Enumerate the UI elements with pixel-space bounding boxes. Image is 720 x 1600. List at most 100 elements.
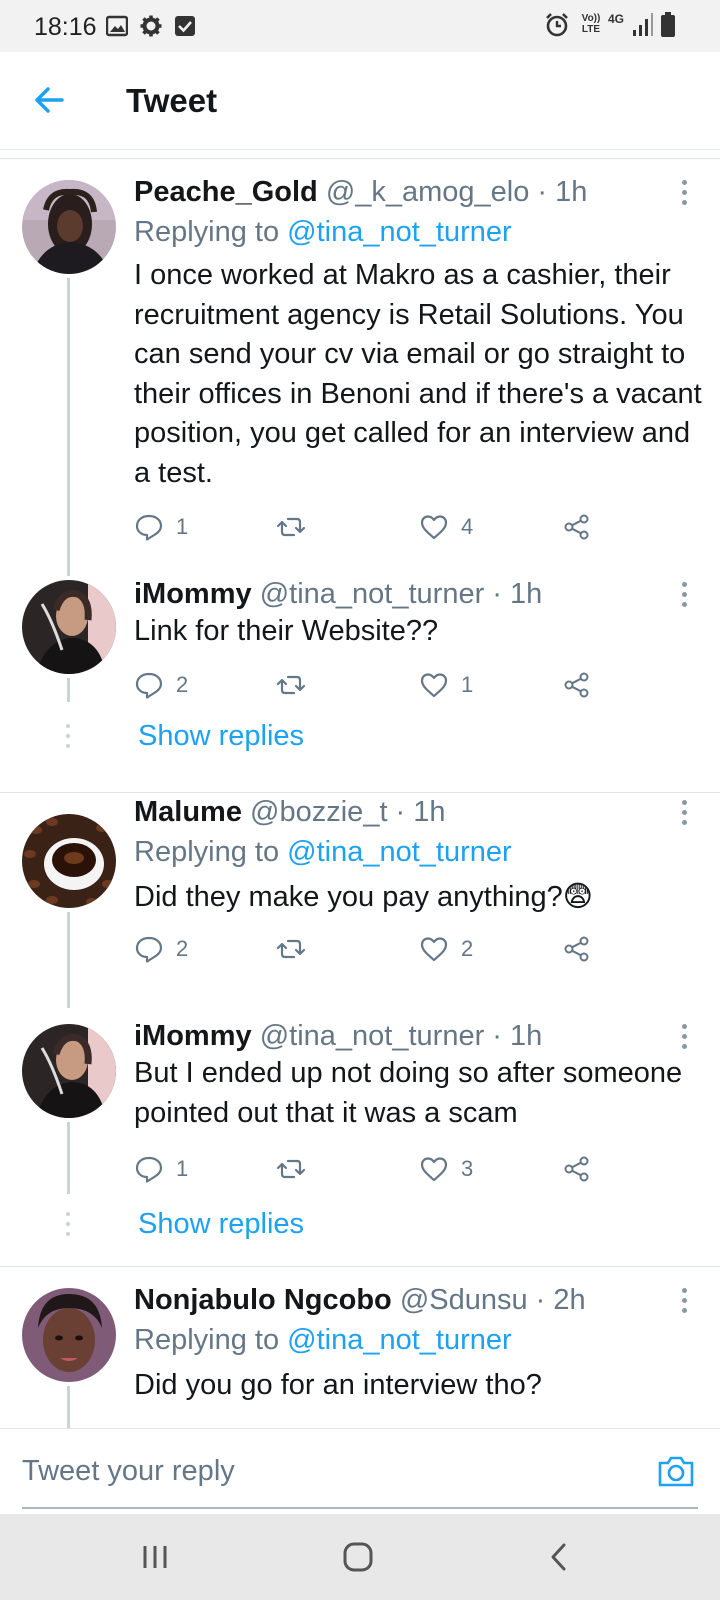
more-options-icon[interactable] [680, 180, 688, 210]
mention-link[interactable]: @tina_not_turner [287, 1324, 512, 1356]
retweet-button[interactable] [276, 1152, 318, 1186]
reply-input[interactable]: Tweet your reply [22, 1455, 235, 1488]
tweet-text: Did they make you pay anything?😨 [134, 881, 594, 913]
reply-button[interactable]: 2 [134, 932, 188, 966]
reply-count: 2 [176, 672, 189, 697]
retweet-icon [276, 1159, 306, 1179]
replying-label: Replying to [134, 216, 280, 248]
share-button[interactable] [562, 932, 592, 966]
more-options-icon[interactable] [680, 582, 688, 612]
replying-to: Replying to @tina_not_turner [134, 836, 512, 869]
reply-icon [135, 514, 163, 541]
like-button[interactable]: 3 [419, 1152, 473, 1186]
replying-label: Replying to [134, 1324, 280, 1356]
avatar[interactable] [22, 1288, 116, 1382]
user-handle: @_k_amog_elo · 1h [325, 176, 588, 208]
like-button[interactable]: 2 [419, 932, 473, 966]
replying-label: Replying to [134, 836, 280, 868]
heart-icon [420, 515, 448, 540]
like-button[interactable]: 4 [419, 510, 473, 544]
signal-icon [633, 13, 653, 36]
retweet-icon [276, 939, 306, 959]
user-name[interactable]: iMommy [134, 578, 252, 610]
tweet-actions: 2 2 [134, 932, 614, 966]
share-icon [564, 672, 589, 698]
user-name[interactable]: Malume [134, 796, 242, 828]
tweet-text: Did you go for an interview tho? [134, 1369, 542, 1401]
avatar[interactable] [22, 814, 116, 908]
reply-count: 2 [176, 936, 189, 961]
tweet-text: I once worked at Makro as a cashier, the… [134, 259, 702, 489]
more-options-icon[interactable] [680, 800, 688, 830]
retweet-icon [276, 675, 306, 695]
show-replies-link[interactable]: Show replies [138, 1208, 304, 1241]
share-button[interactable] [562, 1152, 592, 1186]
heart-icon [420, 1157, 448, 1182]
thread-line [67, 912, 70, 1008]
reply-composer: Tweet your reply [0, 1428, 720, 1514]
tweet-meta: iMommy @tina_not_turner · 1h [134, 578, 542, 611]
thread-line [67, 1386, 70, 1428]
tweet-meta: Malume @bozzie_t · 1h [134, 796, 446, 829]
home-icon[interactable] [338, 1540, 378, 1574]
tweet-meta: Nonjabulo Ngcobo @Sdunsu · 2h [134, 1284, 586, 1317]
show-replies-link[interactable]: Show replies [138, 720, 304, 753]
reply-icon [135, 672, 163, 699]
reply-input-underline [22, 1507, 698, 1509]
settings-gear-icon [140, 15, 162, 37]
share-button[interactable] [562, 510, 592, 544]
tweet-meta: iMommy @tina_not_turner · 1h [134, 1020, 542, 1053]
like-count: 4 [461, 514, 474, 539]
avatar[interactable] [22, 1024, 116, 1118]
user-name[interactable]: Peache_Gold [134, 176, 318, 208]
tweet-actions: 1 4 [134, 510, 614, 544]
share-button[interactable] [562, 668, 592, 702]
thread-continuation-dots [66, 1212, 71, 1242]
avatar[interactable] [22, 180, 116, 274]
retweet-button[interactable] [276, 932, 318, 966]
reply-button[interactable]: 1 [134, 510, 188, 544]
alarm-icon [546, 13, 568, 37]
back-icon[interactable] [540, 1540, 580, 1574]
user-handle: @tina_not_turner · 1h [259, 578, 543, 610]
retweet-button[interactable] [276, 510, 318, 544]
avatar[interactable] [22, 580, 116, 674]
back-arrow-icon[interactable] [30, 80, 70, 120]
share-icon [564, 514, 589, 540]
status-bar: 18:16 Vo)) LTE 4G [0, 0, 720, 52]
gallery-icon [106, 15, 128, 37]
heart-icon [420, 937, 448, 962]
thread-line [67, 678, 70, 702]
user-handle: @bozzie_t · 1h [250, 796, 446, 828]
like-count: 3 [461, 1156, 474, 1181]
divider [0, 1266, 720, 1267]
network-type: 4G [608, 12, 625, 26]
checkbox-notification-icon [175, 16, 195, 36]
camera-icon[interactable] [656, 1453, 696, 1489]
thread-continuation-dots [66, 724, 71, 754]
tweet-text: But I ended up not doing so after someon… [134, 1057, 683, 1129]
reply-button[interactable]: 2 [134, 668, 188, 702]
system-navigation-bar [0, 1514, 720, 1600]
more-options-icon[interactable] [680, 1288, 688, 1318]
retweet-icon [276, 517, 306, 537]
user-name[interactable]: iMommy [134, 1020, 252, 1052]
recent-apps-icon[interactable] [136, 1540, 176, 1574]
replying-to: Replying to @tina_not_turner [134, 1324, 512, 1357]
user-name[interactable]: Nonjabulo Ngcobo [134, 1284, 392, 1316]
tweet-actions: 1 3 [134, 1152, 614, 1186]
more-options-icon[interactable] [680, 1024, 688, 1054]
retweet-button[interactable] [276, 668, 318, 702]
tweet-meta: Peache_Gold @_k_amog_elo · 1h [134, 176, 587, 209]
share-icon [564, 1156, 589, 1182]
like-button[interactable]: 1 [419, 668, 473, 702]
reply-button[interactable]: 1 [134, 1152, 188, 1186]
battery-icon [661, 12, 675, 37]
like-count: 2 [461, 936, 474, 961]
mention-link[interactable]: @tina_not_turner [287, 836, 512, 868]
share-icon [564, 936, 589, 962]
reply-icon [135, 1156, 163, 1183]
mention-link[interactable]: @tina_not_turner [287, 216, 512, 248]
heart-icon [420, 673, 448, 698]
like-count: 1 [461, 672, 474, 697]
